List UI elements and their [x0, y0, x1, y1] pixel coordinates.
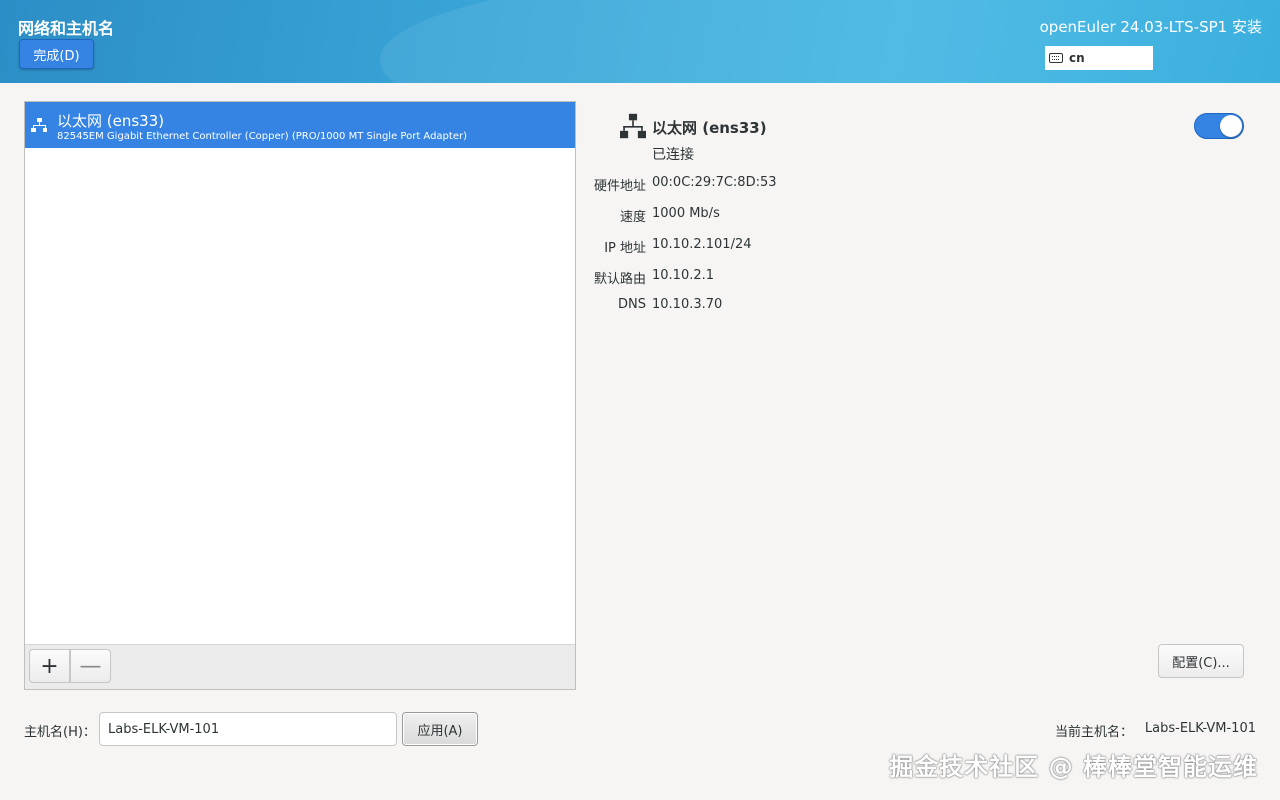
hardware-address-label: 硬件地址 — [593, 179, 646, 194]
device-description: 82545EM Gigabit Ethernet Controller (Cop… — [57, 131, 467, 142]
ip-address-label: IP 地址 — [604, 241, 646, 256]
keyboard-icon — [1049, 53, 1063, 63]
connection-status: 已连接 — [652, 147, 694, 163]
hardware-address-value: 00:0C:29:7C:8D:53 — [652, 175, 777, 190]
hostname-label: 主机名(H)： — [24, 725, 96, 740]
wired-network-icon — [31, 118, 47, 132]
wired-network-icon — [620, 113, 646, 139]
current-hostname-label: 当前主机名： — [1055, 725, 1134, 740]
device-list-item[interactable]: 以太网 (ens33) 82545EM Gigabit Ethernet Con… — [25, 102, 575, 148]
speed-label: 速度 — [619, 210, 646, 225]
device-detail-title: 以太网 (ens33) — [652, 119, 767, 137]
hostname-input[interactable] — [99, 712, 397, 746]
header-bar: 网络和主机名 完成(D) openEuler 24.03-LTS-SP1 安装 … — [0, 0, 1280, 83]
toggle-knob — [1220, 115, 1242, 137]
header-decoration — [380, 0, 1280, 83]
speed-value: 1000 Mb/s — [652, 206, 720, 221]
device-enable-toggle[interactable] — [1194, 113, 1244, 139]
dns-label: DNS — [618, 297, 646, 312]
add-device-button[interactable]: + — [29, 649, 70, 683]
done-button[interactable]: 完成(D) — [19, 39, 94, 69]
dns-value: 10.10.3.70 — [652, 297, 723, 312]
keyboard-layout-label: cn — [1069, 51, 1085, 65]
keyboard-layout-indicator[interactable]: cn — [1045, 46, 1153, 70]
remove-device-button[interactable]: — — [70, 649, 111, 683]
device-name: 以太网 (ens33) — [57, 112, 165, 130]
current-hostname-value: Labs-ELK-VM-101 — [1144, 721, 1256, 736]
page-title: 网络和主机名 — [18, 19, 115, 38]
default-route-value: 10.10.2.1 — [652, 268, 715, 283]
device-list: 以太网 (ens33) 82545EM Gigabit Ethernet Con… — [24, 101, 576, 690]
ip-address-value: 10.10.2.101/24 — [652, 237, 752, 252]
configure-button[interactable]: 配置(C)... — [1158, 644, 1244, 678]
watermark: 掘金技术社区 @ 棒棒堂智能运维 — [889, 753, 1258, 781]
apply-hostname-button[interactable]: 应用(A) — [402, 712, 478, 746]
product-title: openEuler 24.03-LTS-SP1 安装 — [1039, 18, 1262, 36]
device-list-toolbar: + — — [25, 644, 575, 689]
default-route-label: 默认路由 — [593, 272, 646, 287]
